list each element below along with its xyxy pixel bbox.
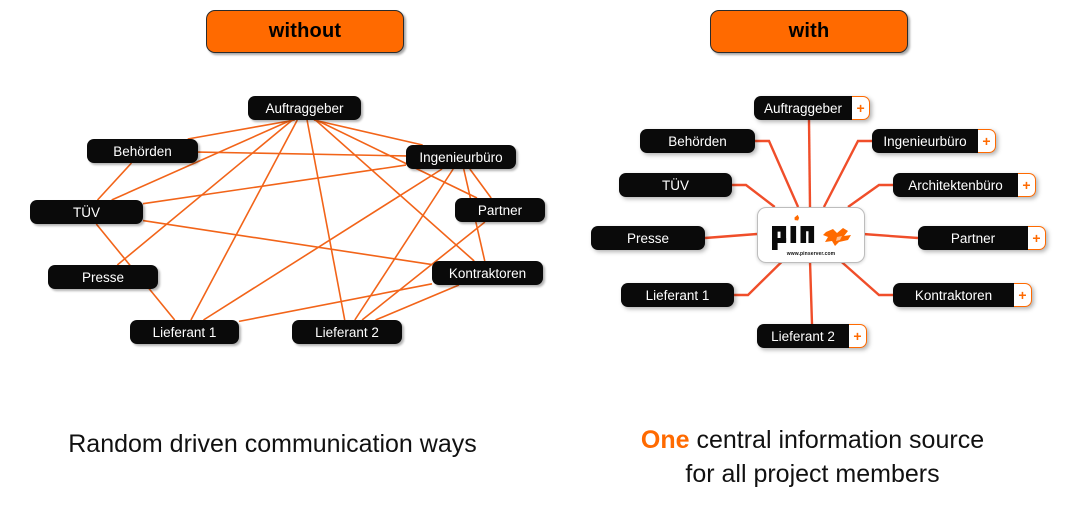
- left-node-label: Lieferant 1: [152, 324, 217, 340]
- left-node-auftraggeber[interactable]: Auftraggeber: [248, 96, 361, 120]
- add-partner-button[interactable]: +: [1028, 226, 1046, 250]
- right-node-label: Lieferant 2: [757, 324, 849, 348]
- right-node-label: Behörden: [640, 129, 755, 153]
- left-edge-auftraggeber-lieferant1: [190, 119, 299, 321]
- caption-right-line2: for all project members: [685, 459, 940, 488]
- add-auftraggeber-button[interactable]: +: [852, 96, 871, 120]
- left-edge-behoerden-ingenieurbuero: [197, 151, 407, 157]
- right-node-label: Architektenbüro: [893, 173, 1018, 197]
- right-spoke-partner: [862, 232, 919, 240]
- left-node-tuev[interactable]: TÜV: [30, 200, 143, 224]
- left-edge-kontraktoren-lieferant2: [375, 284, 460, 321]
- caption-right-rest: central information source: [689, 426, 985, 454]
- right-spoke-lieferant1: [734, 260, 784, 297]
- left-node-label: Kontraktoren: [448, 265, 527, 281]
- left-node-ingenieurbuero[interactable]: Ingenieurbüro: [406, 145, 516, 169]
- left-edge-ingenieurbuero-partner: [469, 168, 492, 199]
- left-node-kontraktoren[interactable]: Kontraktoren: [432, 261, 543, 285]
- right-spoke-lieferant2: [808, 260, 814, 325]
- right-spoke-tuev: [732, 183, 776, 208]
- right-spoke-behoerden: [755, 139, 800, 208]
- right-node-lieferant2[interactable]: Lieferant 2 +: [757, 324, 867, 348]
- right-spoke-auftraggeber: [807, 119, 812, 208]
- caption-accent-word: One: [640, 426, 690, 454]
- right-node-kontraktoren[interactable]: Kontraktoren +: [893, 283, 1032, 307]
- right-node-label: Ingenieurbüro: [872, 129, 978, 153]
- left-node-label: Partner: [477, 202, 523, 218]
- header-button-without[interactable]: without: [206, 10, 404, 53]
- right-node-label: Partner: [918, 226, 1028, 250]
- add-kontraktoren-button[interactable]: +: [1014, 283, 1032, 307]
- left-edge-behoerden-tuev: [96, 162, 133, 201]
- right-node-label: Lieferant 1: [621, 283, 734, 307]
- right-node-ingenieurbuero[interactable]: Ingenieurbüro +: [872, 129, 996, 153]
- left-node-partner[interactable]: Partner: [455, 198, 545, 222]
- left-edge-kontraktoren-lieferant1: [238, 283, 433, 323]
- left-node-presse[interactable]: Presse: [48, 265, 158, 289]
- right-node-auftraggeber[interactable]: Auftraggeber +: [754, 96, 871, 120]
- left-edge-auftraggeber-behoerden: [187, 119, 295, 140]
- caption-right-line1: One central information source: [545, 424, 1080, 458]
- left-node-label: Behörden: [113, 143, 172, 159]
- left-edge-ingenieurbuero-lieferant2: [354, 168, 454, 321]
- diagram-canvas: without with Auftraggeber Behörden Ingenie…: [0, 0, 1080, 520]
- caption-left-text: Random driven communication ways: [68, 430, 477, 458]
- left-edge-tuev-kontraktoren: [142, 219, 433, 266]
- caption-right: One central information source for all p…: [545, 424, 1080, 491]
- pin-logo[interactable]: www.pinserver.com: [757, 207, 865, 263]
- add-lieferant2-button[interactable]: +: [849, 324, 867, 348]
- right-node-label: Auftraggeber: [754, 96, 853, 120]
- right-node-label: Kontraktoren: [893, 283, 1014, 307]
- left-edge-auftraggeber-ingenieurbuero: [313, 119, 423, 146]
- left-node-label: Auftraggeber: [265, 100, 344, 116]
- pin-logo-url: www.pinserver.com: [786, 251, 836, 257]
- right-node-architektenbuero[interactable]: Architektenbüro +: [893, 173, 1036, 197]
- left-node-label: TÜV: [73, 204, 100, 220]
- left-edge-auftraggeber-kontraktoren: [314, 119, 475, 262]
- left-edge-ingenieurbuero-lieferant1: [203, 168, 443, 321]
- right-spoke-kontraktoren: [839, 260, 893, 297]
- right-node-label: TÜV: [619, 173, 732, 197]
- add-architektenbuero-button[interactable]: +: [1018, 173, 1036, 197]
- caption-left: Random driven communication ways: [0, 428, 545, 462]
- add-ingenieurbuero-button[interactable]: +: [978, 129, 996, 153]
- left-node-label: Ingenieurbüro: [419, 149, 503, 165]
- left-node-label: Presse: [81, 269, 125, 285]
- right-spoke-presse: [704, 232, 758, 240]
- header-button-with[interactable]: with: [710, 10, 908, 53]
- left-node-lieferant2[interactable]: Lieferant 2: [292, 320, 402, 344]
- left-edge-tuev-ingenieurbuero: [142, 164, 407, 205]
- right-spoke-ingenieurbuero: [822, 139, 872, 208]
- right-node-behoerden[interactable]: Behörden: [640, 129, 755, 153]
- right-node-lieferant1[interactable]: Lieferant 1: [621, 283, 734, 307]
- right-node-partner[interactable]: Partner +: [918, 226, 1046, 250]
- right-node-label: Presse: [591, 226, 705, 250]
- left-node-lieferant1[interactable]: Lieferant 1: [130, 320, 239, 344]
- right-spoke-architektenbuero: [847, 183, 893, 208]
- right-node-tuev[interactable]: TÜV: [619, 173, 732, 197]
- left-edge-auftraggeber-lieferant2: [306, 119, 346, 321]
- left-node-label: Lieferant 2: [315, 324, 379, 340]
- left-node-behoerden[interactable]: Behörden: [87, 139, 198, 163]
- right-node-presse[interactable]: Presse: [591, 226, 705, 250]
